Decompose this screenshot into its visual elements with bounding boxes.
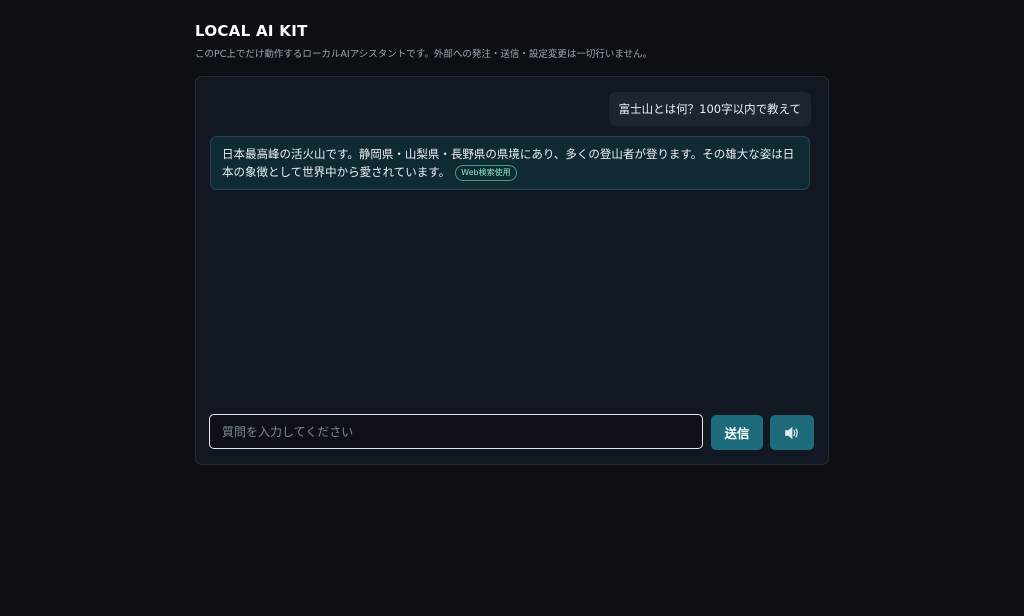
assistant-message: 日本最高峰の活火山です。静岡県・山梨県・長野県の県境にあり、多くの登山者が登りま… [210, 136, 810, 190]
user-message: 富士山とは何？100字以内で教えて [608, 92, 811, 126]
app-subtitle: このPC上でだけ動作するローカルAIアシスタントです。外部への発注・送信・設定変… [195, 49, 653, 60]
send-button[interactable]: 送信 [711, 415, 763, 450]
speaker-icon [770, 426, 814, 440]
question-input[interactable] [209, 414, 703, 449]
web-search-badge: Web検索使用 [455, 165, 517, 181]
chat-panel: 富士山とは何？100字以内で教えて 日本最高峰の活火山です。静岡県・山梨県・長野… [195, 76, 829, 465]
voice-button[interactable] [770, 415, 814, 450]
app-title: LOCAL AI KIT [195, 22, 308, 40]
